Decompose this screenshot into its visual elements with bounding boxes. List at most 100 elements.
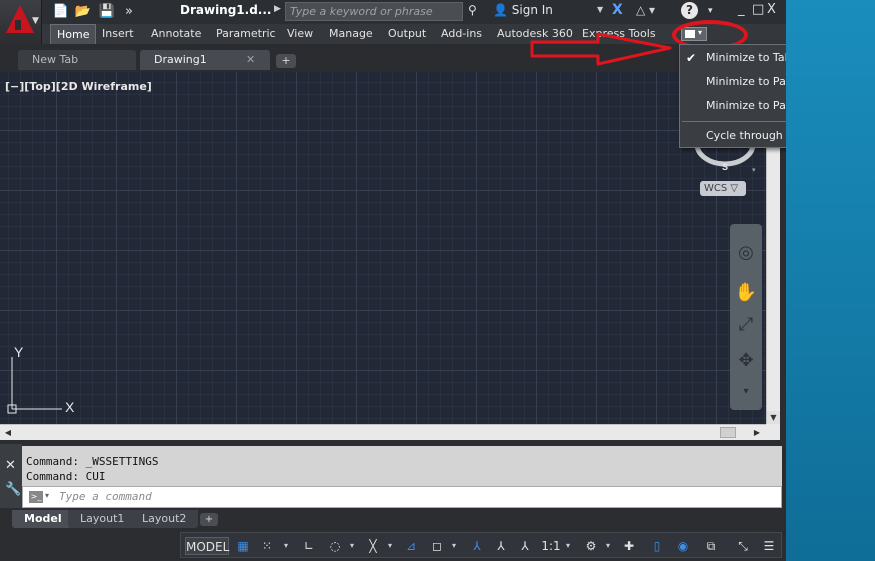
ucs-icon: Y X [7, 347, 75, 415]
tab-manage[interactable]: Manage [323, 24, 379, 44]
osnap-dropdown-icon[interactable]: ▾ [385, 537, 395, 555]
help-icon[interactable]: ? [681, 2, 698, 19]
binoculars-icon[interactable]: ⚲ [468, 3, 477, 17]
application-menu-button[interactable]: ▼ [0, 0, 42, 44]
pan-hand-icon[interactable]: ✋ [730, 282, 762, 303]
sign-in-button[interactable]: 👤 Sign In [493, 3, 553, 17]
sign-in-dropdown-icon[interactable]: ▼ [597, 5, 603, 14]
wcs-label: WCS [704, 183, 728, 194]
annotation-monitor-icon[interactable]: ✚ [619, 537, 639, 555]
minimize-button[interactable]: _ [738, 2, 745, 17]
annotation-scale-icon[interactable]: ⅄ [515, 537, 535, 555]
status-bar: MODEL ▦ ⁙ ▾ ∟ ◌ ▾ ╳ ▾ ⊿ ◻ ▾ ⅄ ⅄ ⅄ 1:1 ▾ … [0, 530, 786, 561]
isometric-drafting-icon[interactable]: ⊿ [401, 537, 421, 555]
autocad-window: 📄 📂 💾 » Drawing1.d... ▶ Type a keyword o… [0, 0, 786, 561]
checkmark-icon: ✔ [686, 51, 697, 65]
navbar-customize-icon[interactable]: ▾ [730, 386, 762, 397]
command-line-sidebar: ✕ 🔧 [0, 444, 22, 508]
tab-layout1[interactable]: Layout1 [68, 510, 137, 528]
wcs-dropdown-icon: ▽ [730, 183, 739, 194]
command-prompt-icon[interactable]: >_ [29, 491, 43, 503]
tab-view[interactable]: View [281, 24, 319, 44]
workspace-gear-icon[interactable]: ⚙ [581, 537, 601, 555]
auto-scale-icon[interactable]: ⅄ [491, 537, 511, 555]
command-history-line: Command: CUI [26, 470, 106, 483]
ortho-icon[interactable]: ∟ [299, 537, 319, 555]
search-input[interactable]: Type a keyword or phrase [285, 2, 463, 21]
polar-dropdown-icon[interactable]: ▾ [347, 537, 357, 555]
snap-dropdown-icon[interactable]: ▾ [281, 537, 291, 555]
tab-output[interactable]: Output [382, 24, 432, 44]
tab-home[interactable]: Home [50, 24, 97, 44]
customization-menu-icon[interactable]: ☰ [759, 537, 779, 555]
close-button[interactable]: X [767, 2, 776, 17]
menu-item-minimize-to-tabs[interactable]: ✔ Minimize to Tabs [680, 47, 786, 69]
grid-icon[interactable]: ▦ [233, 537, 253, 555]
new-layout-button[interactable]: + [200, 513, 218, 526]
steering-wheel-icon[interactable]: ◎ [730, 242, 762, 263]
menu-item-cycle-through-all[interactable]: Cycle through All [680, 125, 786, 147]
tab-model[interactable]: Model [12, 510, 74, 528]
model-space-button[interactable]: MODEL [185, 537, 229, 555]
help-dropdown-icon[interactable]: ▾ [708, 6, 713, 16]
scroll-left-icon[interactable]: ◀ [1, 426, 15, 439]
file-tab-close-icon[interactable]: ✕ [246, 50, 255, 70]
object-snap-tracking-icon[interactable]: ╳ [363, 537, 383, 555]
tab-parametric[interactable]: Parametric [210, 24, 282, 44]
compass-south-label[interactable]: S [722, 162, 728, 172]
quick-access-more-icon[interactable]: » [120, 3, 138, 21]
annotation-scale-value[interactable]: 1:1 [539, 537, 563, 555]
menu-item-label: Minimize to Panel Titles [706, 75, 786, 88]
command-input-placeholder: Type a command [59, 490, 152, 503]
units-icon[interactable]: ▯ [647, 537, 667, 555]
zoom-extents-icon[interactable]: ⤢ [730, 314, 762, 335]
desktop-background [786, 0, 875, 561]
tab-insert[interactable]: Insert [96, 24, 140, 44]
quick-properties-icon[interactable]: ◉ [673, 537, 693, 555]
doc-title-arrow-icon[interactable]: ▶ [274, 4, 281, 14]
new-file-icon[interactable]: 📄 [52, 3, 70, 21]
tab-add-ins[interactable]: Add-ins [435, 24, 488, 44]
save-file-icon[interactable]: 💾 [98, 3, 116, 21]
command-input[interactable]: >_ ▾ Type a command [22, 486, 782, 508]
ribbon-minimize-menu: ✔ Minimize to Tabs Minimize to Panel Tit… [679, 44, 786, 148]
workspace-dropdown-icon[interactable]: ▾ [603, 537, 613, 555]
recent-commands-dropdown-icon[interactable]: ▾ [45, 491, 49, 500]
menu-item-minimize-to-panel-buttons[interactable]: Minimize to Panel Buttons [680, 95, 786, 117]
viewport-controls-label[interactable]: [−][Top][2D Wireframe] [5, 80, 152, 93]
file-tab-new-tab[interactable]: New Tab [18, 50, 136, 70]
menu-item-minimize-to-panel-titles[interactable]: Minimize to Panel Titles [680, 71, 786, 93]
tab-annotate[interactable]: Annotate [145, 24, 207, 44]
snap-icon[interactable]: ⁙ [257, 537, 277, 555]
wcs-menu-button[interactable]: WCS ▽ [700, 181, 746, 196]
horizontal-scrollbar[interactable]: ◀ ▶ [0, 424, 766, 440]
isolate-objects-icon[interactable]: ⧉ [701, 537, 721, 555]
scroll-down-icon[interactable]: ▼ [767, 411, 780, 424]
ucs-x-label: X [65, 399, 75, 415]
app-menu-arrow-icon: ▼ [32, 16, 39, 26]
restore-button[interactable]: □ [752, 2, 764, 17]
menu-item-label: Cycle through All [706, 129, 786, 142]
object-snap-dropdown-icon[interactable]: ▾ [449, 537, 459, 555]
clean-screen-icon[interactable]: ⤡ [733, 537, 753, 555]
command-history-line: Command: _WSSETTINGS [26, 455, 159, 468]
menu-item-label: Minimize to Tabs [706, 51, 786, 64]
customize-wrench-icon[interactable]: 🔧 [5, 482, 21, 497]
annotation-scale-dropdown-icon[interactable]: ▾ [563, 537, 573, 555]
new-file-tab-button[interactable]: + [276, 54, 296, 68]
exchange-apps-icon[interactable]: X [612, 2, 623, 18]
scroll-right-icon[interactable]: ▶ [750, 426, 764, 439]
orbit-icon[interactable]: ✥ [730, 350, 762, 371]
viewcube-menu-icon[interactable]: ▾ [752, 167, 756, 174]
horizontal-scroll-thumb[interactable] [720, 427, 736, 438]
open-file-icon[interactable]: 📂 [74, 3, 92, 21]
menu-item-label: Minimize to Panel Buttons [706, 99, 786, 112]
annotation-red-arrow [530, 32, 672, 66]
drawing-canvas[interactable]: [−][Top][2D Wireframe] S ▾ WCS ▽ ◎ ✋ ⤢ ✥… [0, 72, 766, 424]
object-snap-icon[interactable]: ◻ [427, 537, 447, 555]
annotation-visibility-icon[interactable]: ⅄ [467, 537, 487, 555]
close-command-line-icon[interactable]: ✕ [5, 458, 16, 473]
autodesk-360-icon[interactable]: △ ▾ [636, 3, 655, 17]
tab-layout2[interactable]: Layout2 [130, 510, 199, 528]
polar-tracking-icon[interactable]: ◌ [325, 537, 345, 555]
